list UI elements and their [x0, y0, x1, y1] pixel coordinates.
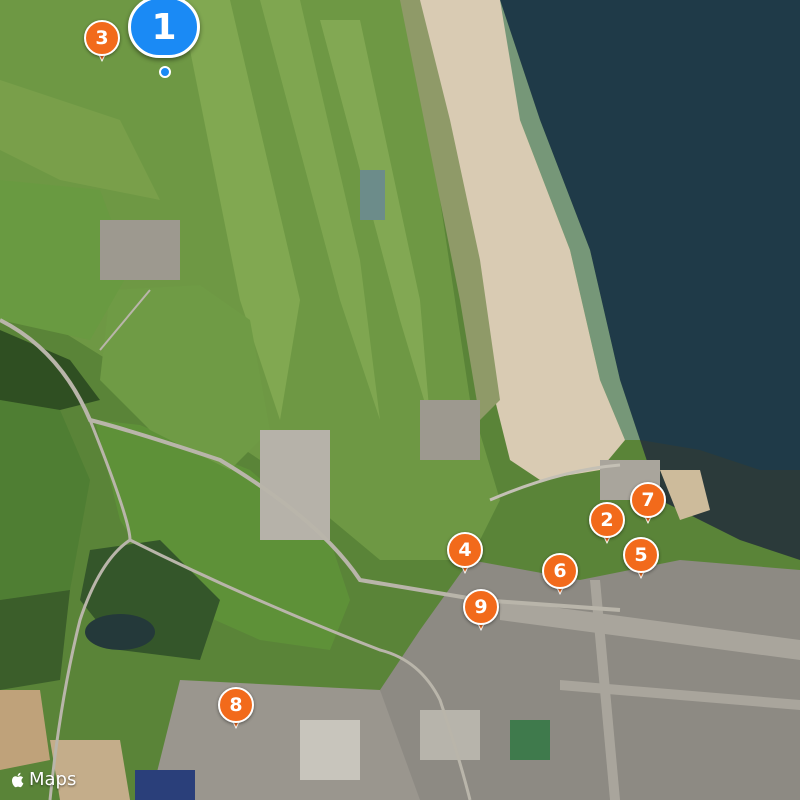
- pin-label: 9: [463, 589, 499, 625]
- pin-label: 7: [630, 482, 666, 518]
- map-pin-3[interactable]: 3: [84, 20, 120, 66]
- pin-label: 6: [542, 553, 578, 589]
- satellite-map[interactable]: 1 3 2 4 5 6 7 8 9 Maps: [0, 0, 800, 800]
- location-dot: [159, 66, 171, 78]
- pin-label: 8: [218, 687, 254, 723]
- pin-label: 2: [589, 502, 625, 538]
- pin-label: 5: [623, 537, 659, 573]
- apple-logo-icon: [11, 772, 24, 787]
- pin-label: 3: [84, 20, 120, 56]
- selected-pin-label: 1: [128, 0, 200, 58]
- map-pin-8[interactable]: 8: [218, 687, 254, 733]
- map-pin-5[interactable]: 5: [623, 537, 659, 583]
- map-pin-2[interactable]: 2: [589, 502, 625, 548]
- maps-attribution: Maps: [10, 769, 76, 790]
- pin-label: 4: [447, 532, 483, 568]
- map-pin-6[interactable]: 6: [542, 553, 578, 599]
- map-pin-7[interactable]: 7: [630, 482, 666, 528]
- map-pin-9[interactable]: 9: [463, 589, 499, 635]
- satellite-imagery: [0, 0, 800, 800]
- selected-location-pin[interactable]: 1: [128, 0, 202, 78]
- attribution-text: Maps: [29, 769, 77, 790]
- map-pin-4[interactable]: 4: [447, 532, 483, 578]
